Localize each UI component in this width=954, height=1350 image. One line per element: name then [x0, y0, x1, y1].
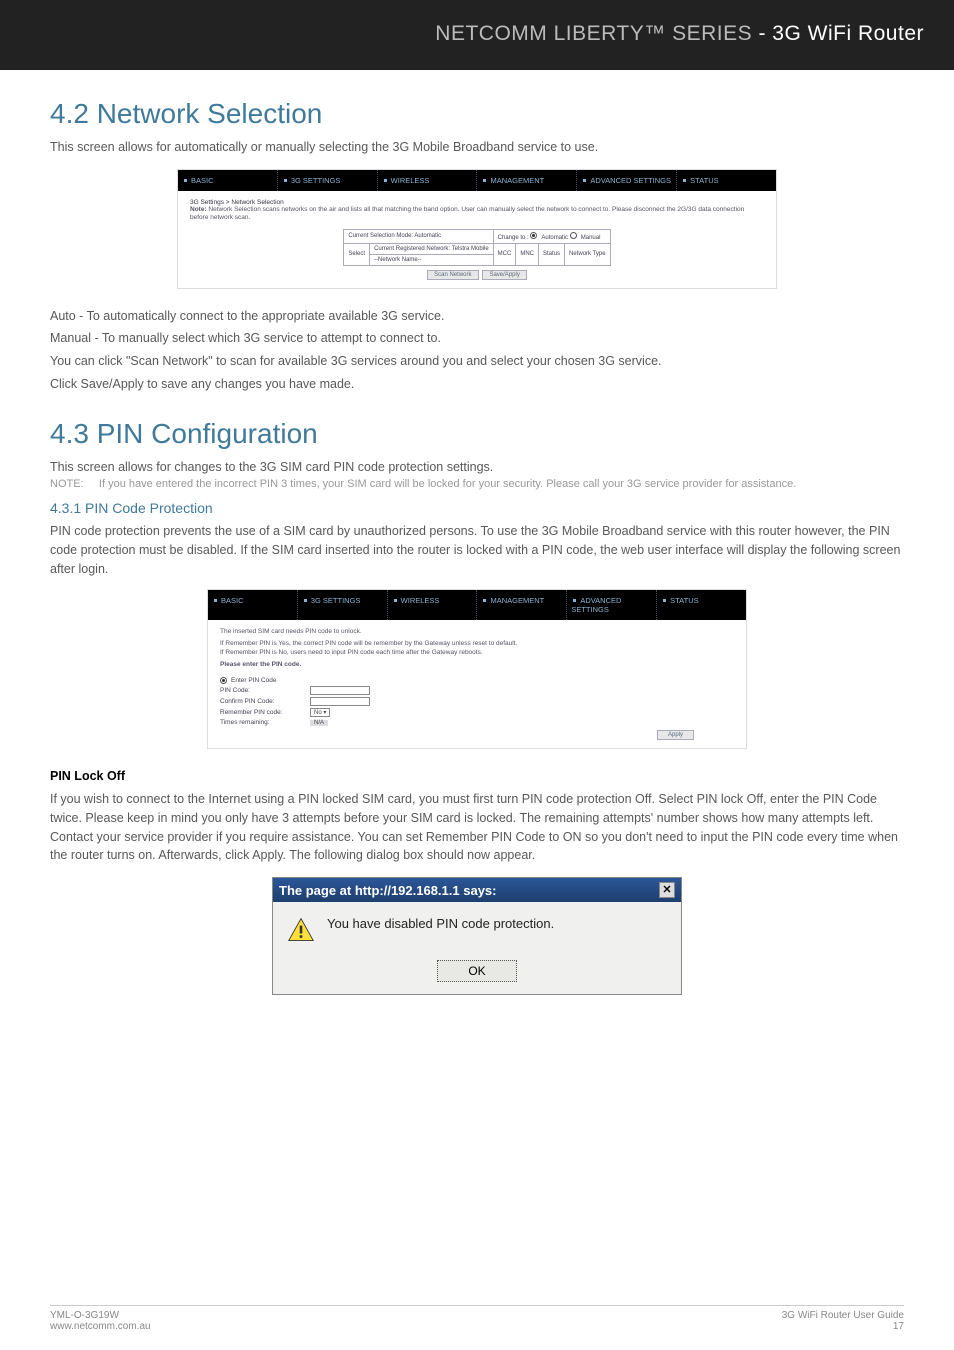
sec42-p4: Click Save/Apply to save any changes you… [50, 375, 904, 394]
tab2-basic[interactable]: BASIC [208, 590, 298, 620]
save-apply-button[interactable]: Save/Apply [482, 270, 526, 280]
tab-wireless[interactable]: WIRELESS [378, 170, 478, 191]
network-name: --Network Name-- [370, 254, 494, 265]
dialog-screenshot: The page at http://192.168.1.1 says: ✕ Y… [50, 877, 904, 995]
footer-url: www.netcomm.com.au [50, 1321, 151, 1332]
tab2-advanced[interactable]: ADVANCED SETTINGS [567, 590, 657, 620]
times-value: N/A [310, 720, 328, 726]
dialog-title-text: The page at http://192.168.1.1 says: [279, 883, 496, 898]
apply-button[interactable]: Apply [657, 730, 694, 740]
col-mnc: MNC [516, 243, 539, 265]
header-suffix: - 3G WiFi Router [758, 22, 924, 45]
tab2-3g-settings[interactable]: 3G SETTINGS [298, 590, 388, 620]
sec42-heading: 4.2 Network Selection [50, 98, 904, 130]
col-status: Status [539, 243, 565, 265]
sec43-desc: This screen allows for changes to the 3G… [50, 458, 904, 477]
tab-management[interactable]: MANAGEMENT [477, 170, 577, 191]
dialog-message: You have disabled PIN code protection. [327, 916, 554, 931]
col-type: Network Type [565, 243, 611, 265]
sec42-p2: Manual - To manually select which 3G ser… [50, 329, 904, 348]
tab2-management[interactable]: MANAGEMENT [477, 590, 567, 620]
close-icon[interactable]: ✕ [659, 882, 675, 898]
scan-network-button[interactable]: Scan Network [427, 270, 478, 280]
label-confirm: Confirm PIN Code: [220, 698, 310, 705]
sec431-p: PIN code protection prevents the use of … [50, 522, 904, 578]
screenshot-pin-config: BASIC 3G SETTINGS WIRELESS MANAGEMENT AD… [50, 589, 904, 750]
label-enter-pin: Enter PIN Code [231, 677, 277, 684]
tab-basic[interactable]: BASIC [178, 170, 278, 191]
tab2-wireless[interactable]: WIRELESS [388, 590, 478, 620]
footer-guide: 3G WiFi Router User Guide [782, 1310, 904, 1321]
header-prefix: NETCOMM LIBERTY™ SERIES [435, 22, 752, 45]
col-mcc: MCC [493, 243, 516, 265]
pin-l3: If Remember PIN is No, users need to inp… [220, 649, 734, 657]
ok-button[interactable]: OK [437, 960, 517, 982]
selection-table: Current Selection Mode: Automatic Change… [343, 229, 610, 266]
pin-l2: If Remember PIN is Yes, the correct PIN … [220, 640, 734, 648]
sec43-heading: 4.3 PIN Configuration [50, 418, 904, 450]
label-pin: PIN Code: [220, 687, 310, 694]
tab2-status[interactable]: STATUS [657, 590, 746, 620]
pin-l4: Please enter the PIN code. [220, 661, 734, 669]
select-col: Select [344, 243, 370, 265]
page-footer: YML-O-3G19W www.netcomm.com.au 3G WiFi R… [50, 1305, 904, 1332]
tab-status[interactable]: STATUS [677, 170, 776, 191]
remember-select[interactable]: No ▾ [310, 708, 330, 717]
label-remember: Remember PIN code: [220, 709, 310, 716]
footer-code: YML-O-3G19W [50, 1310, 151, 1321]
note-line: Note: Network Selection scans networks o… [190, 206, 764, 223]
sec431-heading: 4.3.1 PIN Code Protection [50, 500, 904, 516]
header-title: NETCOMM LIBERTY™ SERIES - 3G WiFi Router [435, 22, 924, 46]
change-to-cell: Change to : Automatic Manual [493, 229, 610, 243]
label-times: Times remaining: [220, 719, 310, 726]
breadcrumb: 3G Settings > Network Selection [190, 199, 764, 206]
dialog-titlebar: The page at http://192.168.1.1 says: ✕ [273, 878, 681, 902]
alert-dialog: The page at http://192.168.1.1 says: ✕ Y… [272, 877, 682, 995]
page-content: 4.2 Network Selection This screen allows… [0, 70, 954, 995]
mode-label: Current Selection Mode: Automatic [344, 229, 493, 243]
tabbar-2: BASIC 3G SETTINGS WIRELESS MANAGEMENT AD… [208, 590, 746, 620]
router-ui-1: BASIC 3G SETTINGS WIRELESS MANAGEMENT AD… [177, 169, 777, 289]
pinlock-p: If you wish to connect to the Internet u… [50, 790, 904, 865]
pin-l1: The inserted SIM card needs PIN code to … [220, 628, 734, 636]
sec42-desc: This screen allows for automatically or … [50, 138, 904, 157]
radio-enter-pin[interactable] [220, 677, 227, 684]
page-header: NETCOMM LIBERTY™ SERIES - 3G WiFi Router [0, 0, 954, 70]
tabbar-1: BASIC 3G SETTINGS WIRELESS MANAGEMENT AD… [178, 170, 776, 191]
screenshot-network-selection: BASIC 3G SETTINGS WIRELESS MANAGEMENT AD… [50, 169, 904, 289]
warning-icon [287, 916, 315, 944]
sec42-p3: You can click "Scan Network" to scan for… [50, 352, 904, 371]
router-ui-2: BASIC 3G SETTINGS WIRELESS MANAGEMENT AD… [207, 589, 747, 750]
radio-automatic[interactable] [530, 232, 537, 239]
radio-manual[interactable] [570, 232, 577, 239]
tab-advanced[interactable]: ADVANCED SETTINGS [577, 170, 677, 191]
pinlock-heading: PIN Lock Off [50, 767, 904, 786]
pin-input[interactable] [310, 686, 370, 695]
tab-3g-settings[interactable]: 3G SETTINGS [278, 170, 378, 191]
confirm-pin-input[interactable] [310, 697, 370, 706]
registered-net: Current Registered Network: Telstra Mobi… [370, 243, 494, 254]
sec43-note: NOTE: If you have entered the incorrect … [50, 478, 904, 490]
sec42-p1: Auto - To automatically connect to the a… [50, 307, 904, 326]
footer-page: 17 [782, 1321, 904, 1332]
